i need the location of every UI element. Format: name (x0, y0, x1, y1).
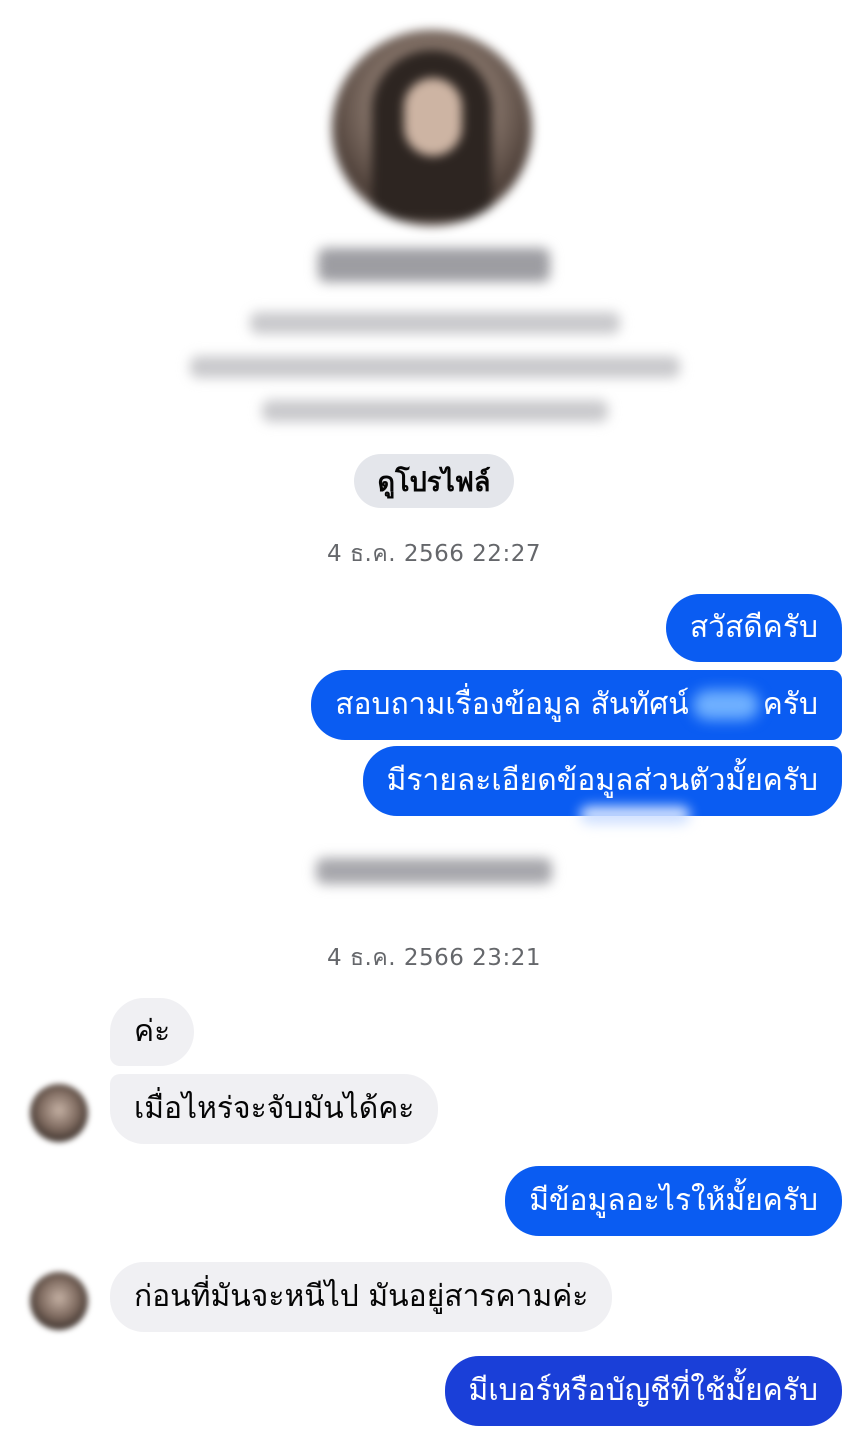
profile-subtitle-redacted (190, 356, 680, 378)
redacted-name-blur (692, 690, 759, 720)
message-text: มีรายละเอียดข้อมูลส่วนตัวมั้ยครับ (386, 763, 818, 798)
message-bubble-incoming[interactable]: ค่ะ (110, 998, 195, 1066)
seen-indicator-redacted (580, 806, 690, 824)
message-text: สวัสดีครับ (689, 610, 818, 645)
message-bubble-outgoing[interactable]: มีเบอร์หรือบัญชีที่ใช้มั้ยครับ (444, 1356, 842, 1426)
message-bubble-incoming[interactable]: ก่อนที่มันจะหนีไป มันอยู่สารคามค่ะ (110, 1262, 613, 1332)
message-text: เมื่อไหร่จะจับมันได้คะ (134, 1091, 415, 1126)
view-profile-button[interactable]: ดูโปรไฟล์ (354, 454, 514, 508)
message-text: ค่ะ (134, 1014, 171, 1049)
message-bubble-outgoing[interactable]: มีข้อมูลอะไรให้มั้ยครับ (505, 1166, 842, 1236)
message-bubble-outgoing[interactable]: สวัสดีครับ (665, 594, 842, 662)
message-timestamp: 4 ธ.ค. 2566 22:27 (327, 541, 541, 567)
message-bubble-incoming[interactable]: เมื่อไหร่จะจับมันได้คะ (110, 1074, 439, 1144)
message-text: สอบถามเรื่องข้อมูล สันทัศน์ (335, 687, 689, 722)
profile-avatar[interactable] (332, 30, 532, 226)
profile-subtitle-redacted (262, 400, 608, 422)
message-text: มีข้อมูลอะไรให้มั้ยครับ (529, 1183, 818, 1218)
message-text: มีเบอร์หรือบัญชีที่ใช้มั้ยครับ (468, 1373, 818, 1408)
profile-subtitle-redacted (250, 312, 620, 334)
message-text: ครับ (762, 687, 818, 722)
profile-name-redacted (318, 248, 550, 282)
message-text: ก่อนที่มันจะหนีไป มันอยู่สารคามค่ะ (134, 1279, 589, 1314)
message-timestamp: 4 ธ.ค. 2566 23:21 (327, 945, 541, 971)
message-bubble-outgoing[interactable]: สอบถามเรื่องข้อมูล สันทัศน์ ครับ (311, 670, 842, 740)
contact-avatar[interactable] (30, 1272, 88, 1330)
contact-avatar[interactable] (30, 1084, 88, 1142)
system-note-redacted (316, 858, 552, 884)
